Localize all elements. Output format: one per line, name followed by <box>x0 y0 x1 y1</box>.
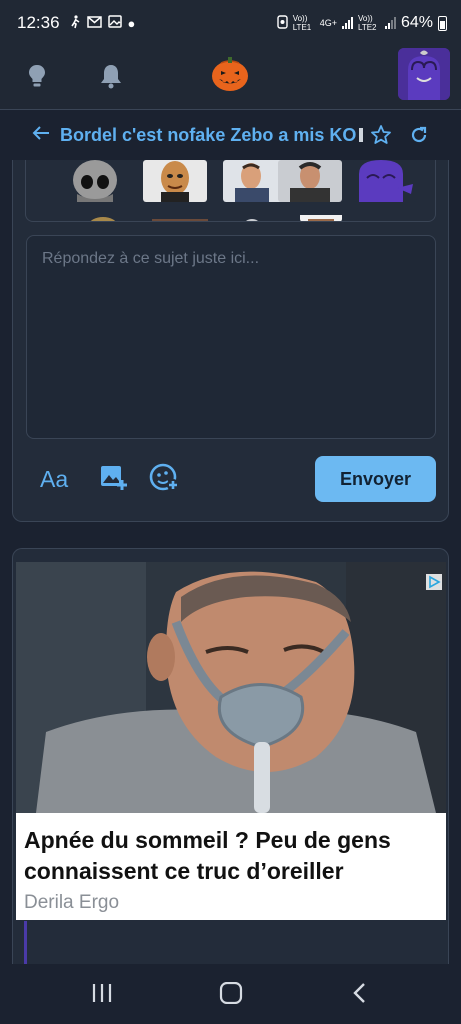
adchoices-icon[interactable] <box>426 574 442 590</box>
send-button[interactable]: Envoyer <box>315 456 436 502</box>
ad-headline[interactable]: Apnée du sommeil ? Peu de gens connaisse… <box>24 825 438 887</box>
recent-apps-icon[interactable] <box>90 982 114 1009</box>
lightbulb-icon[interactable] <box>21 60 53 92</box>
topic-header: Bordel c'est nofake Zebo a mis KO <box>0 111 461 159</box>
text-format-button[interactable]: Aa <box>40 466 68 493</box>
ad-source[interactable]: Derila Ergo <box>24 892 438 914</box>
sticker-face-3[interactable] <box>278 160 342 202</box>
reply-card: Aa Envoyer <box>12 160 449 522</box>
top-navigation <box>0 46 461 110</box>
sticker-purple-creature[interactable] <box>353 160 417 202</box>
sticker-row2-3[interactable] <box>240 212 264 221</box>
status-time: 12:36 <box>17 13 60 32</box>
network-label: 4G+ <box>319 18 337 28</box>
sticker-row2-4[interactable] <box>300 212 342 221</box>
signal-1-icon <box>341 17 353 29</box>
bell-icon[interactable] <box>95 60 127 92</box>
back-icon[interactable] <box>350 982 370 1009</box>
sticker-row2-1[interactable] <box>86 212 120 221</box>
ad-accent-bar <box>24 921 27 968</box>
image-add-icon[interactable] <box>99 462 129 497</box>
ad-card[interactable]: Apnée du sommeil ? Peu de gens connaisse… <box>12 548 449 968</box>
sticker-face-1[interactable] <box>143 160 207 202</box>
status-bar: 12:36 ● Vo)) LTE1 4G+ Vo)) LTE2 64% <box>0 0 461 46</box>
signal-2-icon <box>384 17 396 29</box>
topic-title[interactable]: Bordel c'est nofake Zebo a mis KO <box>60 125 356 146</box>
mail-icon <box>86 15 102 31</box>
walking-icon <box>70 14 81 32</box>
gallery-icon <box>107 15 122 31</box>
back-arrow-icon[interactable] <box>32 124 50 147</box>
system-navigation-bar <box>0 964 461 1024</box>
home-icon[interactable] <box>219 981 243 1009</box>
ad-text-block[interactable]: Apnée du sommeil ? Peu de gens connaisse… <box>16 813 446 920</box>
reply-box[interactable] <box>26 235 436 439</box>
sticker-skull[interactable] <box>63 160 127 202</box>
sim2-label: Vo)) LTE2 <box>357 14 377 32</box>
star-icon[interactable] <box>370 124 392 151</box>
nfc-icon <box>277 14 288 32</box>
battery-percent: 64% <box>400 14 433 31</box>
notification-dot-icon: ● <box>127 15 136 31</box>
sticker-strip <box>25 160 436 222</box>
ad-image[interactable] <box>16 562 446 813</box>
pumpkin-logo[interactable] <box>211 56 249 92</box>
text-cursor <box>359 128 364 142</box>
sticker-add-icon[interactable] <box>149 462 181 497</box>
user-avatar[interactable] <box>398 48 450 100</box>
battery-icon <box>438 15 447 31</box>
sim1-label: Vo)) LTE1 <box>292 14 312 32</box>
reply-textarea[interactable] <box>27 236 435 438</box>
sticker-row2-2[interactable] <box>146 212 214 221</box>
refresh-icon[interactable] <box>408 124 430 151</box>
